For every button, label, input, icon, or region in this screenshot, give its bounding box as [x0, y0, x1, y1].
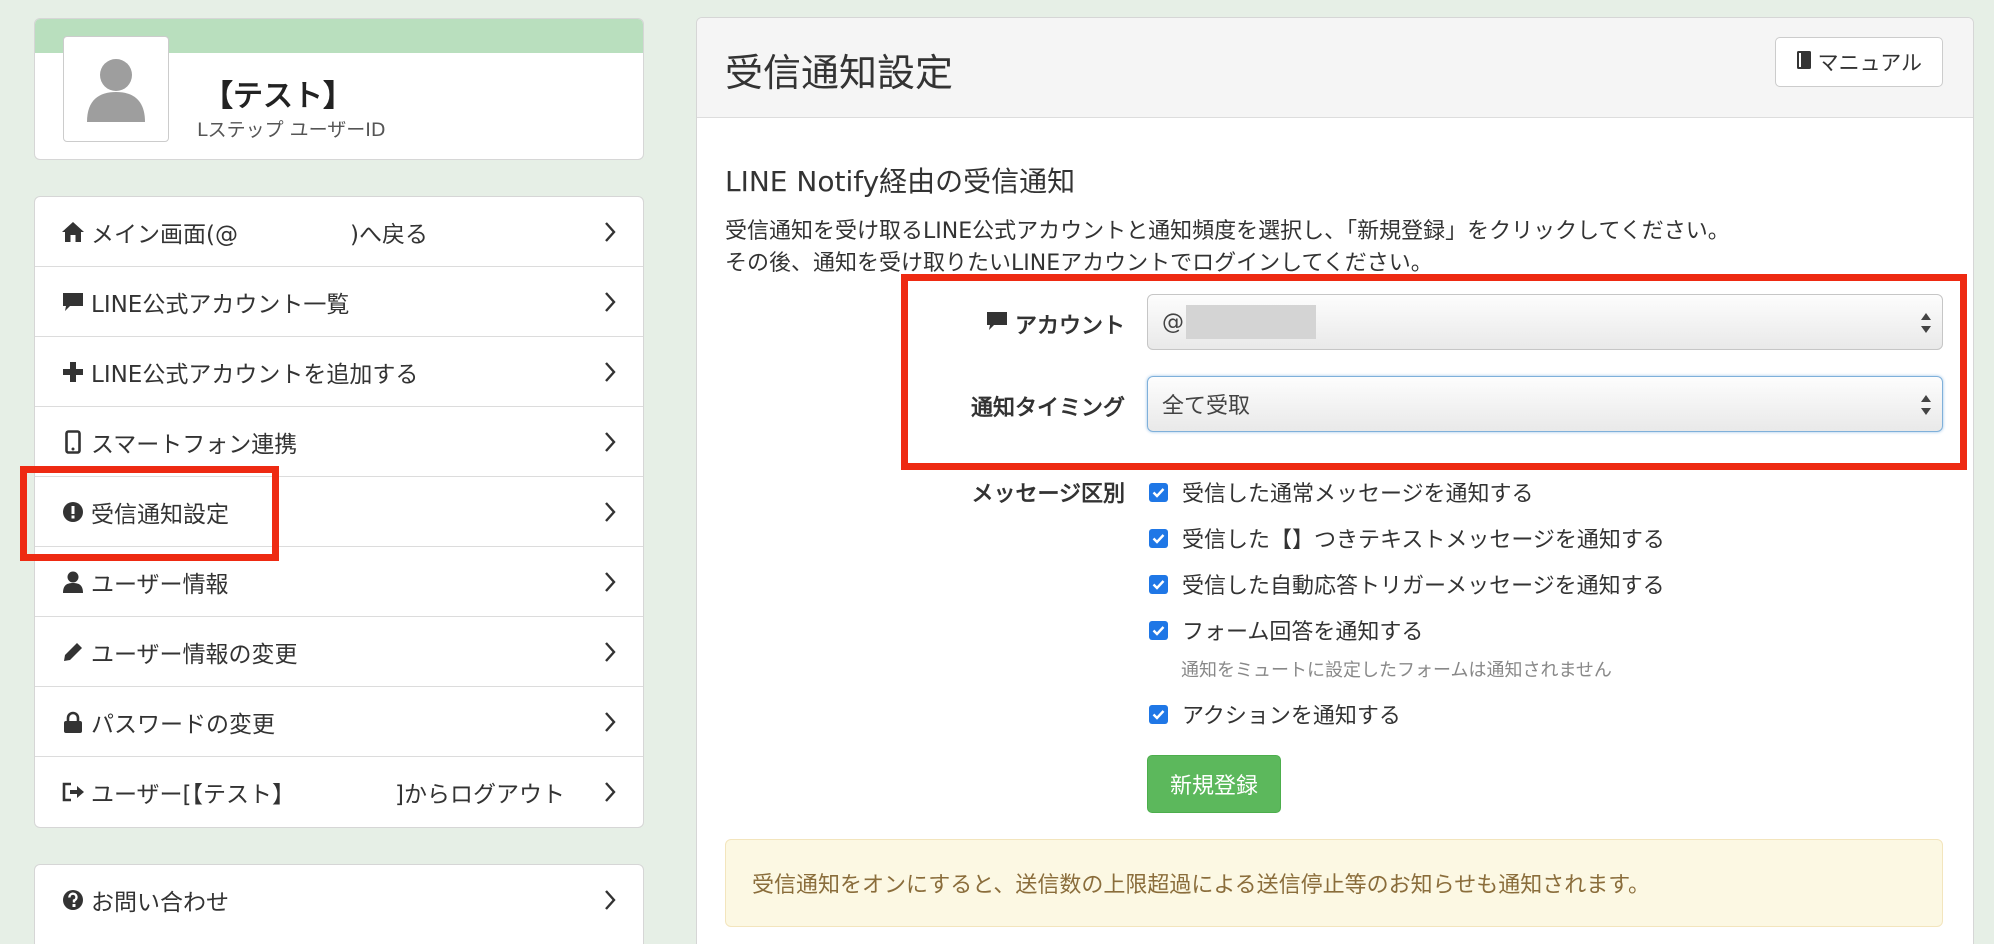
notice-alert: 受信通知をオンにすると、送信数の上限超過による送信停止等のお知らせも通知されます… — [725, 839, 1943, 927]
main-panel: 受信通知設定 マニュアル LINE Notify経由の受信通知 受信通知を受け取… — [696, 17, 1974, 944]
sidebar-item-label: ユーザー情報 — [91, 571, 229, 598]
checkbox-checked-icon[interactable] — [1149, 482, 1168, 502]
comment-icon — [59, 288, 87, 316]
pencil-icon — [59, 638, 87, 666]
manual-button[interactable]: マニュアル — [1774, 37, 1943, 87]
avatar — [63, 36, 169, 142]
sidebar-item-label: ユーザー情報の変更 — [91, 641, 298, 668]
sidebar-item-password[interactable]: パスワードの変更 — [35, 687, 643, 757]
logout-icon — [59, 778, 87, 806]
profile-card: 【テスト】 Lステップ ユーザーID — [34, 18, 644, 160]
profile-user-id: Lステップ ユーザーID — [197, 119, 386, 141]
page-title: 受信通知設定 — [725, 51, 954, 95]
checkbox-label: フォーム回答を通知する — [1182, 620, 1424, 645]
checkbox-action[interactable]: アクションを通知する — [1149, 698, 1401, 730]
checkbox-label: 受信した自動応答トリガーメッセージを通知する — [1182, 574, 1665, 599]
highlight-box-form — [901, 274, 1967, 470]
user-icon — [59, 568, 87, 596]
register-button[interactable]: 新規登録 — [1147, 755, 1282, 813]
sidebar-item-add-account[interactable]: LINE公式アカウントを追加する — [35, 337, 643, 407]
mobile-icon — [59, 428, 87, 456]
sidebar-item-label: LINE公式アカウント一覧 — [91, 291, 350, 318]
checkbox-bracket-message[interactable]: 受信した【】つきテキストメッセージを通知する — [1149, 522, 1665, 554]
sidebar-item-label: お問い合わせ — [91, 890, 229, 916]
question-circle-icon — [59, 886, 87, 914]
chevron-right-icon — [597, 429, 623, 455]
sidebar-item-main[interactable]: メイン画面(@ )へ戻る — [35, 197, 643, 267]
checkbox-checked-icon[interactable] — [1149, 620, 1168, 640]
lock-icon — [59, 708, 87, 736]
checkbox-checked-icon[interactable] — [1149, 528, 1168, 548]
checkbox-label: アクションを通知する — [1182, 704, 1401, 729]
description-line-2: その後、通知を受け取りたいLINEアカウントでログインしてください。 — [725, 251, 1433, 276]
checkbox-form-response[interactable]: フォーム回答を通知する — [1149, 614, 1423, 646]
user-silhouette-icon — [87, 59, 145, 122]
checkbox-auto-reply-message[interactable]: 受信した自動応答トリガーメッセージを通知する — [1149, 568, 1665, 600]
checkbox-label: 受信した通常メッセージを通知する — [1182, 482, 1534, 507]
checkbox-checked-icon[interactable] — [1149, 574, 1168, 594]
chevron-right-icon — [597, 219, 623, 245]
book-icon — [1796, 50, 1812, 75]
description-line-1: 受信通知を受け取るLINE公式アカウントと通知頻度を選択し、「新規登録」をクリッ… — [725, 219, 1730, 244]
message-type-label: メッセージ区別 — [971, 482, 1125, 507]
sidebar-item-accounts[interactable]: LINE公式アカウント一覧 — [35, 267, 643, 337]
sidebar-item-label: メイン画面(@ — [91, 221, 238, 248]
sidebar-item-label: ]からログアウト — [395, 782, 565, 808]
panel-header: 受信通知設定 マニュアル — [697, 18, 1973, 118]
chevron-right-icon — [597, 289, 623, 315]
checkbox-label: 受信した【】つきテキストメッセージを通知する — [1182, 528, 1665, 553]
chevron-right-icon — [597, 569, 623, 595]
chevron-right-icon — [597, 887, 623, 913]
form-hint: 通知をミュートに設定したフォームは通知されません — [1181, 660, 1612, 681]
sidebar-secondary-menu: お問い合わせ — [34, 864, 644, 944]
section-title: LINE Notify経由の受信通知 — [725, 165, 1076, 198]
sidebar-item-label: パスワードの変更 — [91, 711, 275, 738]
manual-button-label: マニュアル — [1817, 51, 1922, 75]
sidebar-item-label: )へ戻る — [349, 221, 428, 248]
sidebar-item-label: ユーザー[【テスト】 — [91, 782, 296, 808]
sidebar-item-label: スマートフォン連携 — [91, 431, 298, 458]
highlight-box-sidebar — [20, 466, 279, 561]
chevron-right-icon — [597, 359, 623, 385]
sidebar-item-logout[interactable]: ユーザー[【テスト】 ]からログアウト — [35, 757, 643, 827]
sidebar-item-edit-user[interactable]: ユーザー情報の変更 — [35, 617, 643, 687]
chevron-right-icon — [597, 639, 623, 665]
checkbox-normal-message[interactable]: 受信した通常メッセージを通知する — [1149, 476, 1534, 508]
chevron-right-icon — [597, 499, 623, 525]
chevron-right-icon — [597, 779, 623, 805]
chevron-right-icon — [597, 709, 623, 735]
sidebar-item-contact[interactable]: お問い合わせ — [35, 865, 643, 935]
sidebar-item-label: LINE公式アカウントを追加する — [91, 361, 419, 388]
home-icon — [59, 218, 87, 246]
plus-icon — [59, 358, 87, 386]
profile-name: 【テスト】 — [203, 79, 353, 114]
checkbox-checked-icon[interactable] — [1149, 704, 1168, 724]
